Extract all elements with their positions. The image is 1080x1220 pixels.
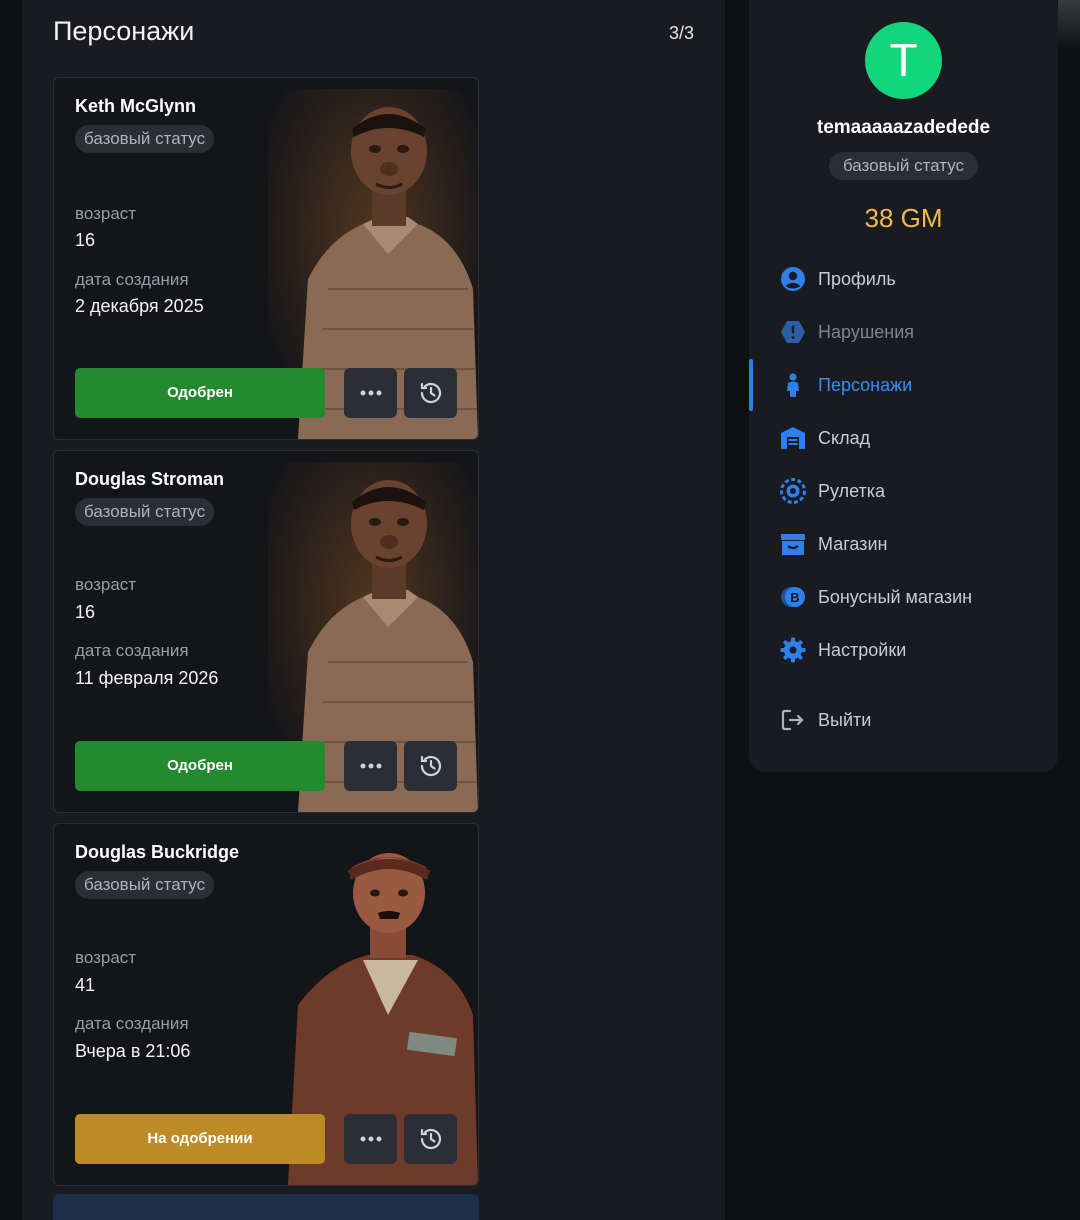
user-circle-icon — [780, 266, 806, 292]
age-label: возраст — [75, 948, 137, 967]
active-nav-indicator — [749, 359, 753, 411]
add-character-card[interactable] — [53, 1194, 479, 1220]
status-badge: базовый статус — [75, 871, 215, 899]
created-label: дата создания — [75, 270, 189, 289]
page-title: Персонажи — [53, 16, 195, 46]
avatar: T — [865, 22, 942, 99]
warning-hexagon-icon — [780, 319, 806, 345]
history-clock-icon — [420, 1128, 441, 1150]
sidebar-item-bonus-store[interactable]: B Бонусный магазин — [780, 582, 1040, 612]
status-badge: базовый статус — [75, 498, 215, 526]
store-icon — [780, 531, 806, 557]
sidebar-item-label: Профиль — [818, 268, 896, 289]
page: Персонажи 3/3 Keth McGlynn базовый стату… — [0, 0, 1080, 1220]
history-button[interactable] — [404, 368, 457, 418]
sidebar-item-label: Бонусный магазин — [818, 586, 973, 607]
sidebar-item-warehouse[interactable]: Склад — [780, 423, 1040, 453]
history-clock-icon — [420, 382, 441, 404]
character-card: Keth McGlynn базовый статус возраст 16 д… — [53, 77, 479, 440]
sidebar-item-store[interactable]: Магазин — [780, 529, 1040, 559]
character-name: Douglas Buckridge — [75, 842, 240, 862]
more-dots-icon — [360, 1136, 381, 1142]
sidebar-item-profile[interactable]: Профиль — [780, 264, 1040, 294]
character-card: Douglas Buckridge базовый статус возраст… — [53, 823, 479, 1186]
username: temaaaaazadedede — [816, 117, 991, 138]
sidebar-item-label: Магазин — [818, 533, 888, 554]
roulette-icon — [780, 478, 806, 504]
sidebar-item-label: Выйти — [818, 709, 872, 730]
approval-status-button[interactable]: На одобрении — [75, 1114, 325, 1164]
created-value: 2 декабря 2025 — [75, 296, 204, 316]
person-icon — [780, 372, 806, 398]
created-label: дата создания — [75, 1014, 189, 1033]
age-label: возраст — [75, 204, 137, 223]
bonus-coin-icon: B — [780, 584, 806, 610]
approval-status-button[interactable]: Одобрен — [75, 741, 325, 791]
approval-status-button[interactable]: Одобрен — [75, 368, 325, 418]
character-name: Douglas Stroman — [75, 469, 225, 489]
character-count: 3/3 — [668, 23, 694, 43]
more-options-button[interactable] — [344, 1114, 397, 1164]
character-name: Keth McGlynn — [75, 96, 197, 116]
created-value: 11 февраля 2026 — [75, 668, 219, 688]
status-badge: базовый статус — [75, 125, 215, 153]
sidebar-item-label: Нарушения — [818, 321, 915, 342]
logout-button[interactable]: Выйти — [780, 705, 1040, 735]
more-options-button[interactable] — [344, 741, 397, 791]
window-edge — [1058, 0, 1080, 50]
sidebar-item-violations[interactable]: Нарушения — [780, 317, 1040, 347]
created-label: дата создания — [75, 641, 189, 660]
logout-icon — [780, 707, 806, 733]
warehouse-icon — [780, 425, 806, 451]
sidebar-item-label: Персонажи — [818, 374, 913, 395]
history-button[interactable] — [404, 1114, 457, 1164]
gear-icon — [780, 637, 806, 663]
age-label: возраст — [75, 575, 137, 594]
history-clock-icon — [420, 755, 441, 777]
more-options-button[interactable] — [344, 368, 397, 418]
svg-text:B: B — [790, 590, 799, 605]
created-value: Вчера в 21:06 — [75, 1041, 191, 1061]
sidebar-item-roulette[interactable]: Рулетка — [780, 476, 1040, 506]
history-button[interactable] — [404, 741, 457, 791]
sidebar-item-label: Рулетка — [818, 480, 886, 501]
more-dots-icon — [360, 763, 381, 769]
status-badge: базовый статус — [829, 152, 978, 180]
sidebar-item-label: Настройки — [818, 639, 907, 660]
age-value: 16 — [75, 602, 96, 622]
age-value: 16 — [75, 230, 96, 250]
sidebar-item-characters[interactable]: Персонажи — [780, 370, 1040, 400]
more-dots-icon — [360, 390, 381, 396]
sidebar-item-label: Склад — [818, 427, 871, 448]
character-card: Douglas Stroman базовый статус возраст 1… — [53, 450, 479, 813]
age-value: 41 — [75, 975, 96, 995]
sidebar-item-settings[interactable]: Настройки — [780, 635, 1040, 665]
balance: 38 GM — [864, 203, 943, 233]
